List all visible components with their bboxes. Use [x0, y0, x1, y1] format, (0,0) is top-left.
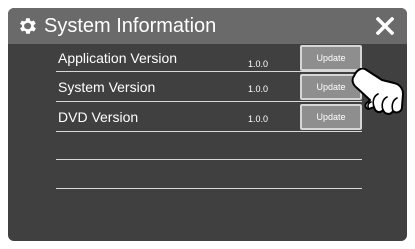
title-bar: System Information: [8, 8, 407, 44]
row-divider: [56, 101, 362, 102]
application-version-value: 1.0.0: [248, 59, 269, 69]
row-divider: [56, 188, 362, 189]
pointing-hand-icon: [351, 68, 404, 115]
close-button[interactable]: [373, 14, 397, 38]
system-version-label: System Version: [58, 79, 156, 95]
close-icon: [376, 17, 394, 35]
system-version-value: 1.0.0: [248, 84, 269, 94]
gear-icon: [20, 18, 36, 34]
page-title: System Information: [44, 15, 217, 37]
dvd-version-label: DVD Version: [58, 109, 139, 125]
row-divider: [56, 159, 362, 160]
application-version-label: Application Version: [58, 50, 178, 66]
system-information-screen: System Information Application Version 1…: [8, 8, 407, 241]
dvd-version-value: 1.0.0: [248, 114, 269, 124]
row-divider: [56, 71, 362, 72]
row-divider: [56, 131, 362, 132]
